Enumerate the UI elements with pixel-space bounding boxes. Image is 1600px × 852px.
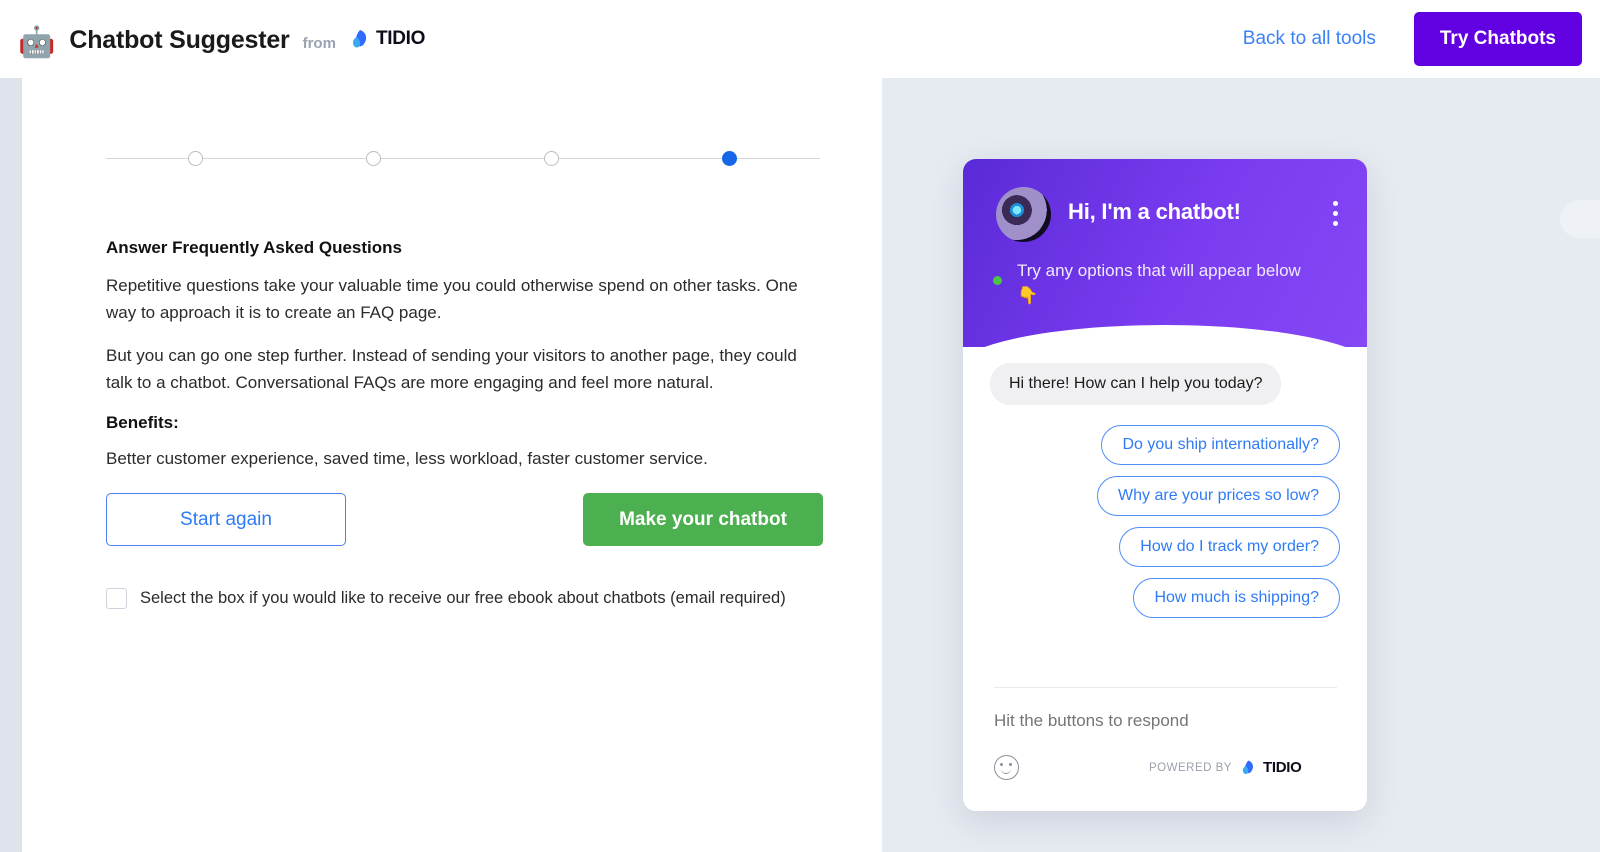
- left-gutter: [0, 78, 22, 852]
- chat-widget-title: Hi, I'm a chatbot!: [1068, 199, 1241, 224]
- from-label: from: [302, 34, 336, 52]
- section-title: Answer Frequently Asked Questions: [106, 238, 402, 257]
- chat-preview-panel: Hi, I'm a chatbot! Try any options that …: [882, 78, 1600, 852]
- wizard-panel: Answer Frequently Asked Questions Repeti…: [22, 78, 882, 852]
- make-chatbot-button[interactable]: Make your chatbot: [583, 493, 823, 546]
- online-status-dot: [993, 276, 1002, 285]
- start-again-button[interactable]: Start again: [106, 493, 346, 546]
- brand-lockup: 🤖 Chatbot Suggester from TIDIO: [18, 24, 425, 59]
- back-to-all-tools-link[interactable]: Back to all tools: [1243, 28, 1376, 50]
- ebook-checkbox-label: Select the box if you would like to rece…: [140, 589, 786, 607]
- quick-reply-options: Do you ship internationally? Why are you…: [990, 425, 1340, 618]
- tidio-wordmark: TIDIO: [375, 27, 426, 49]
- wizard-actions: Start again Make your chatbot: [106, 493, 823, 547]
- wizard-content: Answer Frequently Asked Questions Repeti…: [106, 238, 820, 490]
- quick-reply-option[interactable]: How much is shipping?: [1133, 578, 1340, 618]
- paragraph-1: Repetitive questions take your valuable …: [106, 276, 798, 322]
- ebook-optin-row: Select the box if you would like to rece…: [106, 588, 786, 609]
- stepper-dot-1[interactable]: [188, 151, 203, 166]
- tidio-logo: TIDIO: [348, 28, 425, 50]
- offscreen-pill-decoration: [1560, 200, 1600, 238]
- chat-message-input[interactable]: [994, 711, 1294, 731]
- chat-widget-header: Hi, I'm a chatbot! Try any options that …: [963, 159, 1367, 369]
- chat-widget-footer: POWERED BY TIDIO: [963, 687, 1367, 811]
- kebab-menu-icon[interactable]: [1333, 201, 1339, 229]
- quick-reply-option[interactable]: How do I track my order?: [1119, 527, 1340, 567]
- app-header: 🤖 Chatbot Suggester from TIDIO Back to a…: [0, 0, 1600, 78]
- paragraph-2: But you can go one step further. Instead…: [106, 346, 797, 392]
- try-chatbots-button[interactable]: Try Chatbots: [1413, 12, 1582, 66]
- stepper-dot-2[interactable]: [366, 151, 381, 166]
- chat-message-area: Hi there! How can I help you today? Do y…: [963, 347, 1367, 687]
- emoji-smiley-icon[interactable]: [994, 755, 1019, 780]
- stepper-dot-4[interactable]: [722, 151, 737, 166]
- clipped-text-above: [106, 78, 706, 90]
- powered-by-label: POWERED BY: [1149, 761, 1232, 774]
- tidio-wordmark: TIDIO: [1262, 759, 1302, 776]
- stepper-dot-3[interactable]: [544, 151, 559, 166]
- footer-divider: [994, 687, 1337, 688]
- ebook-checkbox[interactable]: [106, 588, 127, 609]
- benefits-text: Better customer experience, saved time, …: [106, 449, 708, 469]
- quick-reply-option[interactable]: Why are your prices so low?: [1097, 476, 1340, 516]
- tidio-mark-icon: [1239, 759, 1256, 776]
- subline-text: Try any options that will appear below: [1017, 261, 1301, 280]
- bot-message-bubble: Hi there! How can I help you today?: [990, 363, 1282, 405]
- progress-stepper: [106, 148, 820, 170]
- benefits-label: Benefits:: [106, 413, 179, 433]
- chat-widget: Hi, I'm a chatbot! Try any options that …: [963, 159, 1367, 811]
- pointing-down-icon: 👇: [1017, 285, 1039, 305]
- page-body: Answer Frequently Asked Questions Repeti…: [0, 78, 1600, 852]
- powered-by-tidio: POWERED BY TIDIO: [1149, 759, 1302, 776]
- chat-widget-subline: Try any options that will appear below 👇: [1017, 259, 1337, 308]
- robot-icon: 🤖: [18, 25, 56, 59]
- header-actions: Back to all tools Try Chatbots: [1243, 12, 1600, 66]
- chatbot-avatar: [996, 187, 1051, 242]
- tidio-mark-icon: [348, 28, 370, 50]
- stepper-track: [106, 158, 820, 159]
- page-title: Chatbot Suggester: [69, 25, 290, 54]
- quick-reply-option[interactable]: Do you ship internationally?: [1101, 425, 1340, 465]
